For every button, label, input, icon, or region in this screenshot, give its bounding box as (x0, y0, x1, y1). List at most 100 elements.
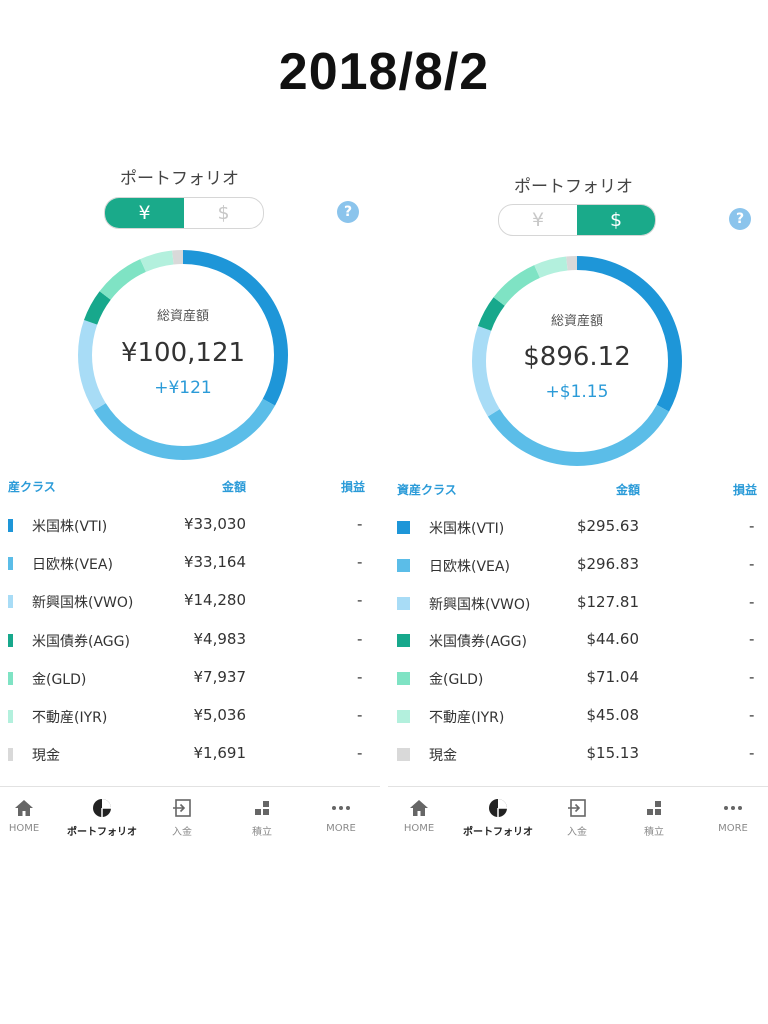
asset-profit-loss: - (357, 706, 363, 724)
asset-row[interactable]: 米国株(VTI) ¥33,030 - (0, 515, 380, 535)
asset-row[interactable]: 新興国株(VWO) ¥14,280 - (0, 591, 380, 611)
total-assets-value: ¥100,121 (120, 338, 246, 368)
total-assets-value: $896.12 (523, 342, 631, 372)
asset-color-swatch (8, 633, 13, 647)
asset-row[interactable]: 米国債券(AGG) ¥4,983 - (0, 630, 380, 650)
asset-row[interactable]: 金(GLD) ¥7,937 - (0, 668, 380, 688)
asset-amount: ¥33,164 (183, 553, 246, 572)
asset-profit-loss: - (357, 591, 363, 610)
asset-color-swatch (397, 747, 410, 761)
asset-row[interactable]: 米国債券(AGG) $44.60 - (388, 630, 768, 650)
nav-divider (0, 786, 380, 787)
nav-item-2[interactable]: 入金 (539, 797, 615, 838)
asset-class-header: 資産クラス (397, 483, 457, 497)
asset-amount: $296.83 (576, 554, 639, 573)
asset-name: 日欧株(VEA) (429, 558, 510, 575)
asset-name: 金(GLD) (32, 671, 87, 688)
nav-label: 積立 (644, 827, 664, 838)
asset-name: 米国株(VTI) (32, 519, 108, 535)
deposit-icon (144, 797, 220, 819)
asset-name: 日欧株(VEA) (32, 557, 113, 574)
asset-row[interactable]: 日欧株(VEA) $296.83 - (388, 555, 768, 575)
nav-label: MORE (326, 823, 356, 834)
asset-amount: $71.04 (586, 668, 640, 687)
asset-color-swatch (8, 519, 13, 532)
asset-color-swatch (397, 558, 410, 572)
asset-amount: $15.13 (586, 743, 640, 762)
asset-row[interactable]: 不動産(IYR) $45.08 - (388, 706, 768, 726)
asset-profit-loss: - (357, 744, 363, 763)
asset-profit-loss: - (749, 668, 755, 687)
asset-name: 新興国株(VWO) (429, 596, 531, 613)
home-icon (0, 797, 62, 819)
asset-name: 現金 (32, 748, 60, 765)
grid-icon (616, 797, 692, 819)
amount-header: 金額 (616, 483, 641, 497)
nav-item-4[interactable]: MORE (303, 797, 379, 834)
asset-row[interactable]: 米国株(VTI) $295.63 - (388, 517, 768, 537)
asset-amount: ¥5,036 (193, 706, 247, 724)
nav-label: ポートフォリオ (463, 827, 533, 838)
asset-name: 新興国株(VWO) (32, 595, 134, 612)
profit-loss-header: 損益 (341, 480, 366, 494)
nav-item-3[interactable]: 積立 (224, 797, 300, 838)
dollar-toggle-option[interactable]: $ (577, 205, 655, 235)
asset-name: 米国株(VTI) (429, 521, 505, 537)
asset-amount: ¥7,937 (193, 667, 247, 686)
pie-chart-icon (460, 797, 536, 819)
asset-name: 米国債券(AGG) (32, 633, 130, 650)
asset-row[interactable]: 現金 ¥1,691 - (0, 744, 380, 764)
asset-profit-loss: - (749, 517, 755, 535)
nav-label: MORE (718, 823, 748, 834)
asset-amount: ¥33,030 (183, 515, 246, 533)
currency-toggle: ¥ $ (498, 204, 656, 236)
nav-item-1[interactable]: ポートフォリオ (64, 797, 140, 838)
pie-chart-icon (64, 797, 140, 819)
yen-toggle-option[interactable]: ¥ (499, 205, 577, 235)
asset-color-swatch (8, 748, 13, 762)
portfolio-title: ポートフォリオ (120, 169, 239, 189)
help-icon[interactable]: ? (337, 201, 359, 223)
asset-profit-loss: - (749, 706, 755, 724)
asset-profit-loss: - (749, 592, 755, 611)
asset-name: 金(GLD) (429, 672, 484, 689)
asset-color-swatch (8, 557, 13, 571)
help-icon[interactable]: ? (729, 208, 751, 230)
home-icon (388, 797, 457, 819)
portfolio-title: ポートフォリオ (514, 177, 633, 197)
nav-item-2[interactable]: 入金 (144, 797, 220, 838)
asset-row[interactable]: 金(GLD) $71.04 - (388, 668, 768, 688)
asset-amount: ¥1,691 (193, 744, 247, 763)
nav-label: HOME (8, 823, 40, 834)
asset-amount: $45.08 (586, 706, 640, 724)
nav-item-4[interactable]: MORE (695, 797, 768, 834)
asset-profit-loss: - (749, 743, 755, 762)
asset-profit-loss: - (357, 667, 363, 686)
asset-class-header: 産クラス (8, 480, 56, 494)
more-icon (695, 797, 768, 819)
asset-name: 米国債券(AGG) (429, 634, 527, 651)
asset-profit-loss: - (749, 630, 755, 649)
nav-label: ポートフォリオ (67, 827, 137, 838)
asset-amount: $295.63 (576, 517, 639, 535)
nav-item-0[interactable]: HOME (388, 797, 457, 834)
asset-profit-loss: - (749, 554, 755, 573)
asset-profit-loss: - (357, 553, 363, 572)
yen-toggle-option[interactable]: ¥ (105, 198, 184, 228)
asset-row[interactable]: 日欧株(VEA) ¥33,164 - (0, 553, 380, 573)
asset-row[interactable]: 現金 $15.13 - (388, 744, 768, 764)
dollar-toggle-option[interactable]: $ (184, 198, 263, 228)
grid-icon (224, 797, 300, 819)
asset-row[interactable]: 新興国株(VWO) $127.81 - (388, 593, 768, 613)
total-assets-label: 総資産額 (550, 314, 603, 329)
portfolio-panel-dollar: ポートフォリオ ¥ $ ? 総資産額 $896.12 +$1.15 資産クラス … (388, 0, 768, 850)
portfolio-panel-yen: ポートフォリオ ¥ $ ? 総資産額 ¥100,121 +¥121 産クラス 金… (0, 0, 384, 850)
asset-name: 不動産(IYR) (32, 710, 108, 726)
nav-item-3[interactable]: 積立 (616, 797, 692, 838)
asset-amount: $44.60 (586, 630, 640, 649)
asset-color-swatch (8, 671, 13, 685)
asset-row[interactable]: 不動産(IYR) ¥5,036 - (0, 706, 380, 726)
nav-item-0[interactable]: HOME (0, 797, 62, 834)
asset-name: 不動産(IYR) (429, 710, 505, 726)
nav-item-1[interactable]: ポートフォリオ (460, 797, 536, 838)
